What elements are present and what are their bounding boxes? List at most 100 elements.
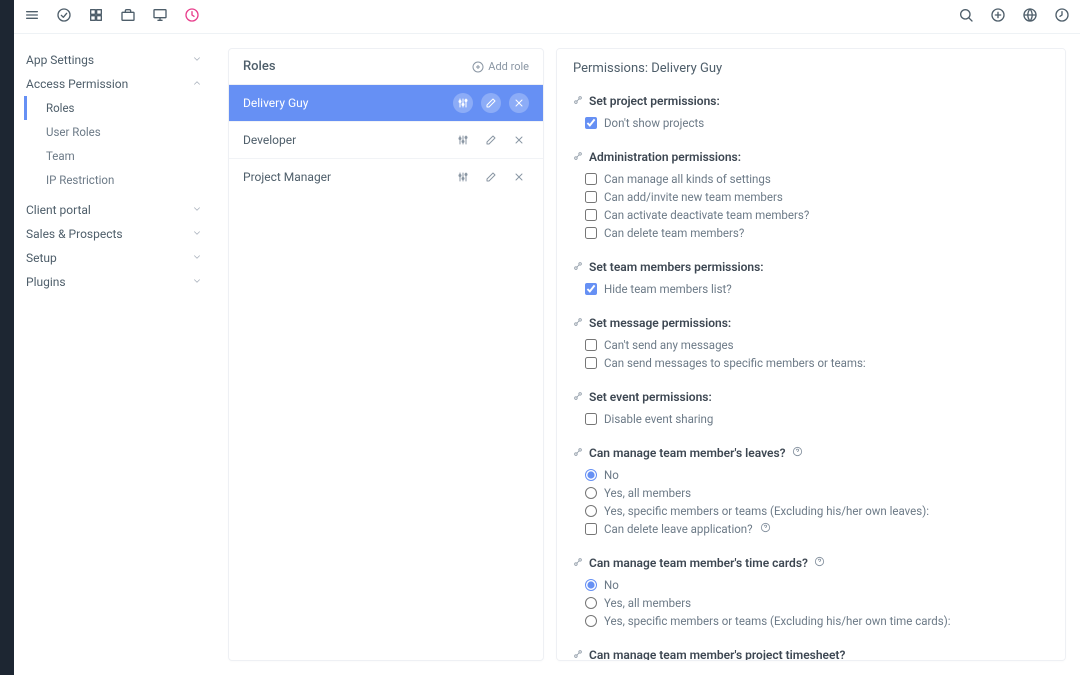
permission-option[interactable]: Can't send any messages <box>573 336 1049 354</box>
permission-option[interactable]: Yes, specific members or teams (Excludin… <box>573 502 1049 520</box>
permission-option[interactable]: Yes, all members <box>573 594 1049 612</box>
permissions-header: Permissions: Delivery Guy <box>573 49 1049 94</box>
permission-option[interactable]: Can delete leave application? <box>573 520 1049 538</box>
permission-group: Set team members permissions:Hide team m… <box>573 260 1049 298</box>
permission-checkbox[interactable] <box>585 357 597 369</box>
check-circle-icon[interactable] <box>56 7 72 26</box>
permission-option[interactable]: Can add/invite new team members <box>573 188 1049 206</box>
role-settings-button[interactable] <box>453 167 473 187</box>
nav-subitem[interactable]: Team <box>24 144 214 168</box>
monitor-icon[interactable] <box>152 7 168 26</box>
permission-checkbox[interactable] <box>585 209 597 221</box>
permission-option-label: Can delete leave application? <box>604 522 753 536</box>
link-icon <box>573 556 583 570</box>
briefcase-icon[interactable] <box>120 7 136 26</box>
permission-option-label: Yes, all members <box>604 486 691 500</box>
permission-option[interactable]: Can send messages to specific members or… <box>573 354 1049 372</box>
chevron-down-icon <box>192 53 202 67</box>
role-row[interactable]: Developer <box>229 122 543 159</box>
permission-checkbox[interactable] <box>585 191 597 203</box>
history-icon[interactable] <box>1054 7 1070 26</box>
globe-icon[interactable] <box>1022 7 1038 26</box>
plus-circle-icon[interactable] <box>990 7 1006 26</box>
permission-group: Set event permissions: Disable event shar… <box>573 390 1049 428</box>
roles-panel: Roles Add role Delivery Guy Developer Proj… <box>228 48 544 661</box>
link-icon <box>573 648 583 661</box>
permission-checkbox[interactable] <box>585 117 597 129</box>
role-delete-button[interactable] <box>509 167 529 187</box>
topbar <box>14 0 1080 34</box>
role-name: Developer <box>243 133 296 147</box>
roles-title: Roles <box>243 59 276 74</box>
link-icon <box>573 316 583 330</box>
permission-option-label: Can activate deactivate team members? <box>604 208 809 222</box>
permission-checkbox[interactable] <box>585 523 597 535</box>
nav-subitem[interactable]: Roles <box>24 96 214 120</box>
role-delete-button[interactable] <box>509 93 529 113</box>
permission-radio[interactable] <box>585 597 597 609</box>
permission-group-title: Set event permissions: <box>573 390 1049 404</box>
permission-option-label: Hide team members list? <box>604 282 732 296</box>
nav-group[interactable]: Client portal <box>14 198 214 222</box>
role-settings-button[interactable] <box>453 130 473 150</box>
nav-group-label: Sales & Prospects <box>26 227 123 241</box>
permission-checkbox[interactable] <box>585 413 597 425</box>
permission-option[interactable]: Can manage all kinds of settings <box>573 170 1049 188</box>
nav-group[interactable]: Plugins <box>14 270 214 294</box>
permission-option[interactable]: No <box>573 576 1049 594</box>
permission-option[interactable]: No <box>573 466 1049 484</box>
permission-option-label: Don't show projects <box>604 116 704 130</box>
permission-radio[interactable] <box>585 469 597 481</box>
role-edit-button[interactable] <box>481 93 501 113</box>
permission-checkbox[interactable] <box>585 339 597 351</box>
role-name: Delivery Guy <box>243 96 308 110</box>
nav-group[interactable]: Sales & Prospects <box>14 222 214 246</box>
clock-icon[interactable] <box>184 7 200 26</box>
role-delete-button[interactable] <box>509 130 529 150</box>
permission-option-label: Can add/invite new team members <box>604 190 783 204</box>
menu-icon[interactable] <box>24 7 40 26</box>
permission-option[interactable]: Yes, specific members or teams (Excludin… <box>573 612 1049 630</box>
add-role-label: Add role <box>488 60 529 73</box>
permission-option[interactable]: Can activate deactivate team members? <box>573 206 1049 224</box>
help-icon[interactable] <box>760 522 771 536</box>
permission-radio[interactable] <box>585 505 597 517</box>
permission-checkbox[interactable] <box>585 227 597 239</box>
nav-subitem[interactable]: IP Restriction <box>24 168 214 192</box>
permission-option[interactable]: Can delete team members? <box>573 224 1049 242</box>
nav-group[interactable]: Setup <box>14 246 214 270</box>
role-settings-button[interactable] <box>453 93 473 113</box>
search-icon[interactable] <box>958 7 974 26</box>
help-icon[interactable] <box>792 446 803 460</box>
permission-option[interactable]: Disable event sharing <box>573 410 1049 428</box>
chevron-down-icon <box>192 227 202 241</box>
role-row[interactable]: Delivery Guy <box>229 85 543 122</box>
permission-option-label: Yes, all members <box>604 596 691 610</box>
nav-group[interactable]: Access Permission <box>14 72 214 96</box>
role-row[interactable]: Project Manager <box>229 159 543 195</box>
permission-radio[interactable] <box>585 487 597 499</box>
nav-group-label: Access Permission <box>26 77 128 91</box>
permission-checkbox[interactable] <box>585 283 597 295</box>
left-rail <box>0 0 14 675</box>
permission-group: Can manage team member's time cards?NoYe… <box>573 556 1049 630</box>
add-role-button[interactable]: Add role <box>472 60 529 73</box>
nav-group-label: Client portal <box>26 203 91 217</box>
help-icon[interactable] <box>814 556 825 570</box>
permission-option[interactable]: Hide team members list? <box>573 280 1049 298</box>
permission-radio[interactable] <box>585 579 597 591</box>
grid-icon[interactable] <box>88 7 104 26</box>
nav-group-label: Setup <box>26 251 57 265</box>
role-edit-button[interactable] <box>481 167 501 187</box>
permission-option[interactable]: Don't show projects <box>573 114 1049 132</box>
permission-group: Set message permissions:Can't send any m… <box>573 316 1049 372</box>
permission-option-label: No <box>604 578 619 592</box>
role-edit-button[interactable] <box>481 130 501 150</box>
permission-group-title: Can manage team member's project timeshe… <box>573 648 1049 661</box>
permission-radio[interactable] <box>585 615 597 627</box>
permission-checkbox[interactable] <box>585 173 597 185</box>
permission-group: Can manage team member's leaves?NoYes, a… <box>573 446 1049 538</box>
permission-option[interactable]: Yes, all members <box>573 484 1049 502</box>
nav-subitem[interactable]: User Roles <box>24 120 214 144</box>
nav-group[interactable]: App Settings <box>14 48 214 72</box>
